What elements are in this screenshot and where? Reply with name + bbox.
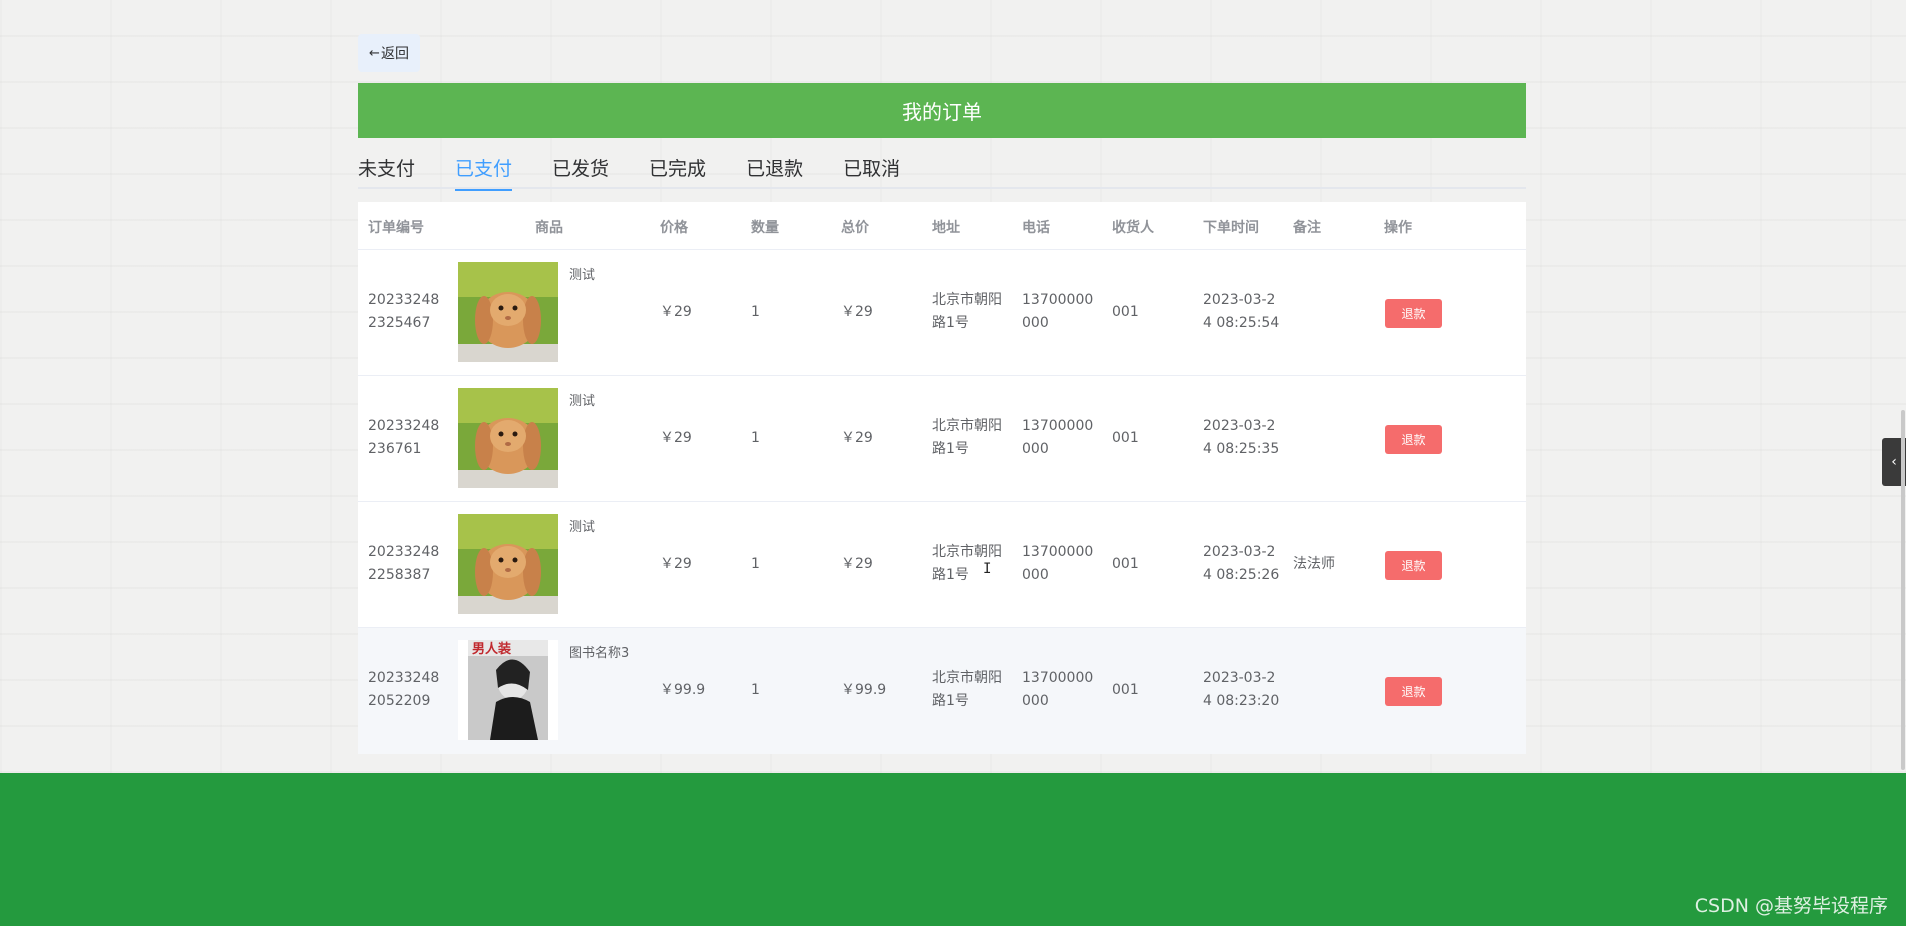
phone: 13700000 000 — [1022, 670, 1094, 709]
table-row: 20233248 236761 测试 ￥29 1 ￥29 北京市朝阳 路1号 137… — [358, 376, 1526, 502]
quantity: 1 — [751, 682, 760, 698]
order-no: 20233248 236761 — [368, 418, 440, 457]
back-button[interactable]: ← 返回 — [358, 34, 420, 72]
address: 北京市朝阳 路1号 — [932, 670, 1002, 709]
product-name: 测试 — [569, 268, 596, 283]
order-no: 20233248 2052209 — [368, 670, 440, 709]
order-time: 2023-03-2 4 08:25:26 — [1203, 544, 1280, 583]
footer: CSDN @基努毕设程序 — [0, 773, 1906, 926]
total: ￥29 — [841, 430, 873, 446]
header-order-time: 下单时间 — [1203, 220, 1259, 236]
order-time: 2023-03-2 4 08:23:20 — [1203, 670, 1280, 709]
table-header: 订单编号 商品 价格 数量 总价 地址 电话 收货人 下单时间 备注 操作 — [358, 202, 1526, 250]
note: 法法师 — [1293, 556, 1335, 572]
address: 北京市朝阳 路1号 — [932, 544, 1002, 583]
order-time: 2023-03-2 4 08:25:35 — [1203, 418, 1280, 457]
quantity: 1 — [751, 556, 760, 572]
phone: 13700000 000 — [1022, 418, 1094, 457]
table-row: 20233248 2052209 男人装 图书名称3 ￥99.9 1 ￥99.9 … — [358, 628, 1526, 754]
address: 北京市朝阳 路1号 — [932, 292, 1002, 331]
order-no: 20233248 2325467 — [368, 292, 440, 331]
table-row: 20233248 2258387 测试 ￥29 1 ￥29 北京市朝阳 路1号 13… — [358, 502, 1526, 628]
tab-completed[interactable]: 已完成 — [649, 152, 706, 189]
tab-paid[interactable]: 已支付 — [455, 152, 513, 191]
total: ￥99.9 — [841, 682, 887, 698]
price: ￥99.9 — [660, 682, 706, 698]
refund-button[interactable]: 退款 — [1385, 677, 1442, 706]
receiver: 001 — [1112, 304, 1139, 320]
header-quantity: 数量 — [751, 220, 779, 236]
price: ￥29 — [660, 556, 692, 572]
header-action: 操作 — [1384, 220, 1412, 236]
receiver: 001 — [1112, 430, 1139, 446]
order-status-tabs: 未支付 已支付 已发货 已完成 已退款 已取消 — [358, 152, 1526, 191]
product-image — [458, 388, 558, 488]
back-arrow-icon: ← — [369, 45, 380, 61]
rabbit-photo-icon — [458, 262, 558, 362]
total: ￥29 — [841, 556, 873, 572]
refund-button[interactable]: 退款 — [1385, 425, 1442, 454]
product-name: 测试 — [569, 520, 596, 535]
product-name: 图书名称3 — [569, 646, 630, 661]
svg-text:男人装: 男人装 — [472, 641, 511, 657]
product-image — [458, 514, 558, 614]
header-note: 备注 — [1293, 220, 1321, 236]
refund-button[interactable]: 退款 — [1385, 551, 1442, 580]
header-address: 地址 — [932, 220, 960, 236]
product-name: 测试 — [569, 394, 596, 409]
page-title: 我的订单 — [358, 83, 1526, 138]
order-time: 2023-03-2 4 08:25:54 — [1203, 292, 1280, 331]
header-total: 总价 — [841, 220, 869, 236]
product-image: 男人装 — [458, 640, 558, 740]
header-phone: 电话 — [1022, 220, 1050, 236]
total: ￥29 — [841, 304, 873, 320]
header-price: 价格 — [660, 220, 688, 236]
table-row: 20233248 2325467 测试 ￥29 1 ￥29 北京市朝阳 路1号 13… — [358, 250, 1526, 376]
scrollbar[interactable] — [1901, 410, 1905, 770]
watermark: CSDN @基努毕设程序 — [1694, 895, 1888, 917]
rabbit-photo-icon — [458, 388, 558, 488]
refund-button[interactable]: 退款 — [1385, 299, 1442, 328]
phone: 13700000 000 — [1022, 544, 1094, 583]
header-product: 商品 — [535, 220, 563, 236]
phone: 13700000 000 — [1022, 292, 1094, 331]
tab-cancelled[interactable]: 已取消 — [843, 152, 900, 189]
address: 北京市朝阳 路1号 — [932, 418, 1002, 457]
tab-unpaid[interactable]: 未支付 — [358, 152, 415, 189]
price: ￥29 — [660, 304, 692, 320]
price: ￥29 — [660, 430, 692, 446]
book-cover-icon: 男人装 — [458, 640, 558, 740]
back-button-label: 返回 — [380, 46, 409, 62]
quantity: 1 — [751, 430, 760, 446]
order-no: 20233248 2258387 — [368, 544, 440, 583]
header-receiver: 收货人 — [1112, 220, 1154, 236]
header-order-no: 订单编号 — [368, 220, 424, 236]
orders-table: 订单编号 商品 价格 数量 总价 地址 电话 收货人 下单时间 备注 操作 20… — [358, 202, 1526, 754]
receiver: 001 — [1112, 556, 1139, 572]
rabbit-photo-icon — [458, 514, 558, 614]
receiver: 001 — [1112, 682, 1139, 698]
text-cursor-icon: I — [983, 561, 992, 577]
tab-shipped[interactable]: 已发货 — [552, 152, 609, 189]
product-image — [458, 262, 558, 362]
tab-refunded[interactable]: 已退款 — [746, 152, 803, 189]
quantity: 1 — [751, 304, 760, 320]
